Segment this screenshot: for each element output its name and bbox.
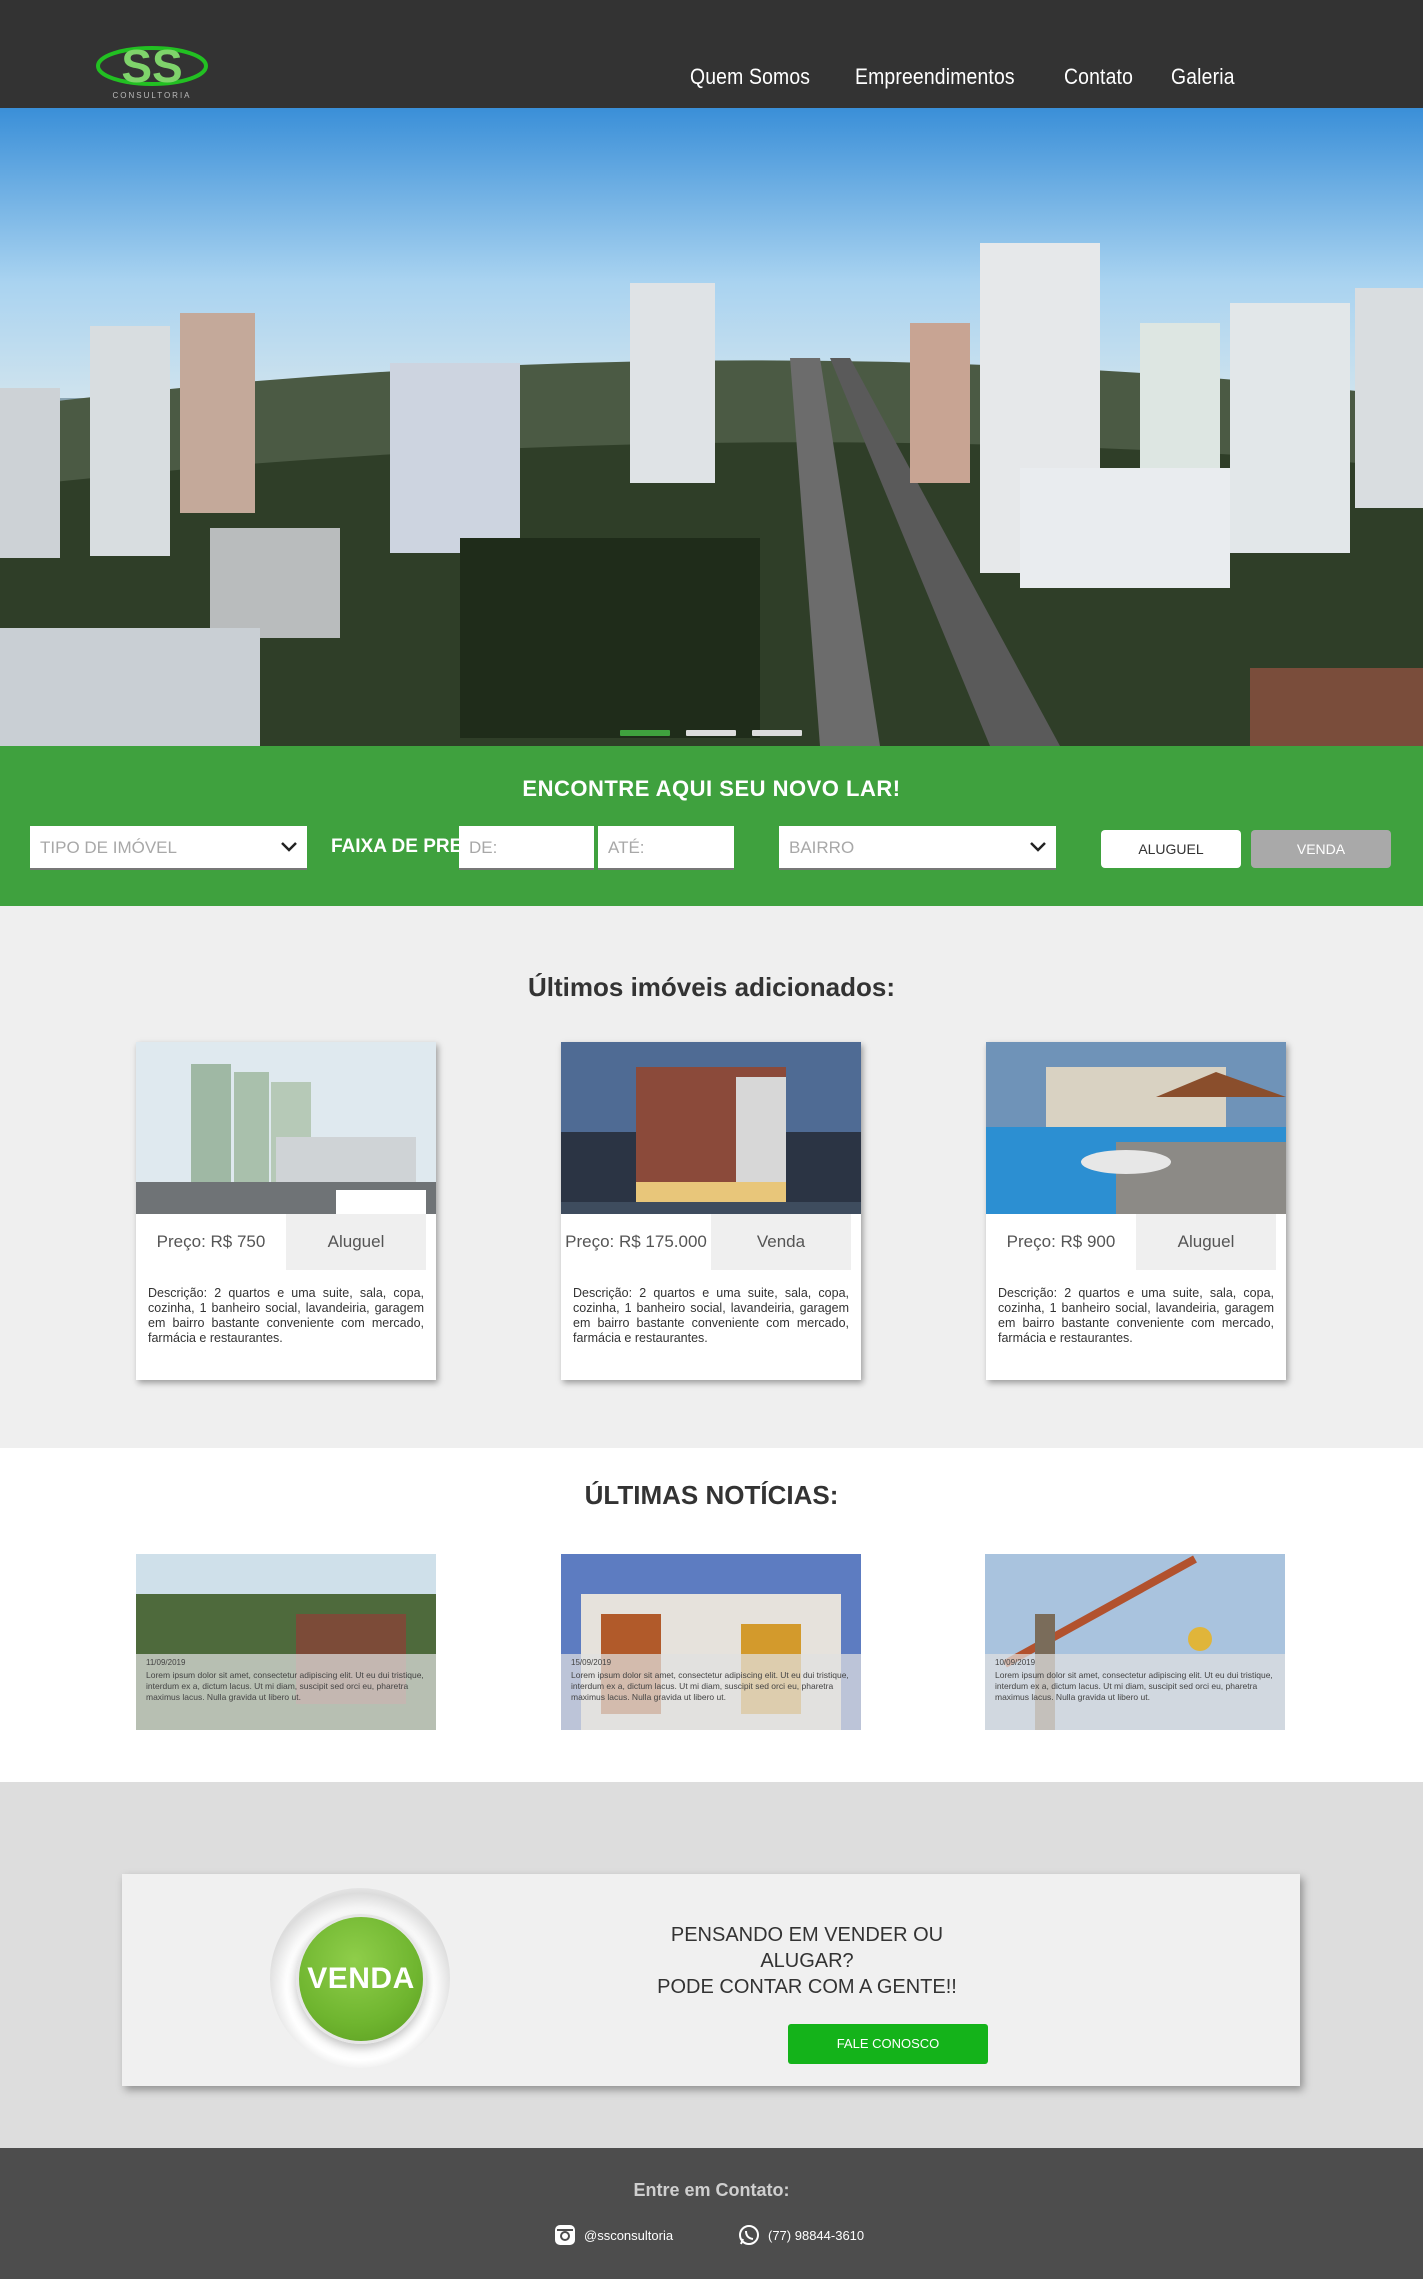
instagram-handle: @ssconsultoria — [584, 2227, 674, 2243]
news-excerpt: Lorem ipsum dolor sit amet, consectetur … — [571, 1670, 849, 1702]
nav-empreendimentos[interactable]: Empreendimentos — [855, 64, 1015, 90]
neighborhood-placeholder: BAIRRO — [789, 838, 855, 857]
news-card[interactable]: 10/09/2019 Lorem ipsum dolor sit amet, c… — [985, 1554, 1285, 1730]
cta-box: VENDA PENSANDO EM VENDER OU ALUGAR? PODE… — [122, 1874, 1300, 2086]
cta-line-1: PENSANDO EM VENDER OU ALUGAR? — [670, 1924, 944, 1972]
instagram-link[interactable]: @ssconsultoria — [554, 2224, 673, 2246]
news-overlay: 11/09/2019 Lorem ipsum dolor sit amet, c… — [136, 1654, 436, 1730]
carousel-indicators — [620, 730, 802, 736]
logo[interactable]: SS CONSULTORIA — [96, 36, 208, 102]
cta-section: VENDA PENSANDO EM VENDER OU ALUGAR? PODE… — [0, 1782, 1423, 2148]
price-from-input[interactable]: DE: — [459, 826, 594, 870]
listing-photo — [986, 1042, 1286, 1214]
logo-text: SS — [121, 40, 182, 92]
sale-filter-button[interactable]: VENDA — [1251, 830, 1391, 868]
listing-type: Aluguel — [1136, 1214, 1276, 1270]
site-header: SS CONSULTORIA Quem Somos Empreendimento… — [0, 0, 1423, 108]
listing-price: Preço: R$ 750 — [156, 1232, 266, 1251]
nav-contato[interactable]: Contato — [1064, 64, 1133, 90]
listing-card[interactable]: Preço: R$ 175.000 Venda Descrição: 2 qua… — [561, 1042, 861, 1380]
news-excerpt: Lorem ipsum dolor sit amet, consectetur … — [995, 1670, 1273, 1702]
listing-price: Preço: R$ 175.000 — [565, 1232, 707, 1251]
listing-description: Descrição: 2 quartos e uma suite, sala, … — [998, 1286, 1274, 1345]
instagram-icon — [555, 2225, 575, 2245]
latest-news-section: ÚLTIMAS NOTÍCIAS: 11/09/2019 Lorem ipsum… — [0, 1448, 1423, 1782]
news-card[interactable]: 11/09/2019 Lorem ipsum dolor sit amet, c… — [136, 1554, 436, 1730]
site-footer: Entre em Contato: @ssconsultoria (77) 98… — [0, 2148, 1423, 2279]
news-card[interactable]: 15/09/2019 Lorem ipsum dolor sit amet, c… — [561, 1554, 861, 1730]
sale-badge-label: VENDA — [296, 1914, 426, 2044]
listing-photo — [136, 1042, 436, 1214]
price-to-input[interactable]: ATÉ: — [598, 826, 734, 870]
listing-photo — [561, 1042, 861, 1214]
carousel-dot-1[interactable] — [620, 730, 670, 736]
contact-us-button[interactable]: FALE CONOSCO — [788, 2024, 988, 2064]
logo-subtext: CONSULTORIA — [112, 91, 191, 100]
hero-cityscape-image — [0, 108, 1423, 746]
hero-banner — [0, 108, 1423, 746]
news-date: 11/09/2019 — [146, 1658, 186, 1667]
chevron-down-icon — [281, 842, 297, 852]
news-overlay: 15/09/2019 Lorem ipsum dolor sit amet, c… — [561, 1654, 861, 1730]
nav-quem-somos[interactable]: Quem Somos — [690, 64, 810, 90]
carousel-dot-3[interactable] — [752, 730, 802, 736]
search-panel: ENCONTRE AQUI SEU NOVO LAR! TIPO DE IMÓV… — [0, 746, 1423, 906]
news-date: 15/09/2019 — [571, 1658, 612, 1667]
main-nav: Quem Somos Empreendimentos Contato Galer… — [690, 64, 1243, 90]
rent-filter-button[interactable]: ALUGUEL — [1101, 830, 1241, 868]
price-to-placeholder: ATÉ: — [608, 838, 645, 857]
listing-description: Descrição: 2 quartos e uma suite, sala, … — [148, 1286, 424, 1345]
listing-price: Preço: R$ 900 — [1006, 1232, 1116, 1251]
chevron-down-icon — [1030, 842, 1046, 852]
footer-title: Entre em Contato: — [633, 2180, 790, 2200]
news-overlay: 10/09/2019 Lorem ipsum dolor sit amet, c… — [985, 1654, 1285, 1730]
neighborhood-select[interactable]: BAIRRO — [779, 826, 1056, 870]
nav-galeria[interactable]: Galeria — [1171, 64, 1235, 90]
phone-number: (77) 98844-3610 — [768, 2227, 865, 2243]
cta-message: PENSANDO EM VENDER OU ALUGAR? PODE CONTA… — [642, 1922, 972, 2000]
sale-badge: VENDA — [270, 1888, 450, 2068]
news-title: ÚLTIMAS NOTÍCIAS: — [584, 1480, 839, 1510]
search-title: ENCONTRE AQUI SEU NOVO LAR! — [522, 776, 901, 801]
price-from-placeholder: DE: — [469, 838, 498, 857]
listing-type: Aluguel — [286, 1214, 426, 1270]
listings-title: Últimos imóveis adicionados: — [528, 972, 895, 1002]
listing-card[interactable]: Preço: R$ 750 Aluguel Descrição: 2 quart… — [136, 1042, 436, 1380]
listing-description: Descrição: 2 quartos e uma suite, sala, … — [573, 1286, 849, 1345]
listing-card[interactable]: Preço: R$ 900 Aluguel Descrição: 2 quart… — [986, 1042, 1286, 1380]
latest-listings-section: Últimos imóveis adicionados: Preço: R$ 7… — [0, 906, 1423, 1448]
carousel-dot-2[interactable] — [686, 730, 736, 736]
property-type-select[interactable]: TIPO DE IMÓVEL — [30, 826, 307, 870]
cta-line-2: PODE CONTAR COM A GENTE!! — [657, 1976, 957, 1998]
news-excerpt: Lorem ipsum dolor sit amet, consectetur … — [146, 1670, 424, 1702]
property-type-placeholder: TIPO DE IMÓVEL — [40, 838, 177, 857]
listing-type: Venda — [711, 1214, 851, 1270]
news-date: 10/09/2019 — [995, 1658, 1036, 1667]
whatsapp-icon — [739, 2225, 759, 2245]
whatsapp-link[interactable]: (77) 98844-3610 — [738, 2224, 864, 2246]
